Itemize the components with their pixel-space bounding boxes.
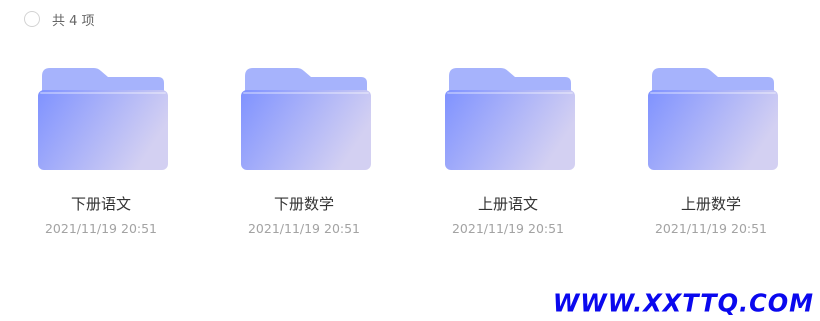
- folder-name: 上册语文: [477, 195, 538, 213]
- folder-item[interactable]: 上册数学 2021/11/19 20:51: [636, 60, 786, 250]
- folder-icon: [38, 68, 168, 170]
- folder-item[interactable]: 上册语文 2021/11/19 20:51: [433, 60, 583, 250]
- folder-icon: [241, 68, 371, 170]
- folder-name: 下册数学: [273, 195, 334, 213]
- folder-timestamp: 2021/11/19 20:51: [451, 221, 565, 236]
- select-all-checkbox[interactable]: [24, 11, 40, 27]
- folder-timestamp: 2021/11/19 20:51: [247, 221, 361, 236]
- folder-name: 上册数学: [680, 195, 741, 213]
- folder-grid: 下册语文 2021/11/19 20:51 下册数学 2021/11/19 20…: [0, 60, 820, 260]
- item-count-label: 共 4 项: [52, 13, 95, 29]
- folder-name: 下册语文: [70, 195, 131, 213]
- folder-timestamp: 2021/11/19 20:51: [654, 221, 768, 236]
- folder-icon: [445, 68, 575, 170]
- folder-item[interactable]: 下册数学 2021/11/19 20:51: [229, 60, 379, 250]
- toolbar: 共 4 项: [24, 8, 95, 30]
- folder-icon: [648, 68, 778, 170]
- folder-item[interactable]: 下册语文 2021/11/19 20:51: [26, 60, 176, 250]
- watermark: WWW.XXTTQ.COM: [552, 288, 814, 318]
- folder-timestamp: 2021/11/19 20:51: [44, 221, 158, 236]
